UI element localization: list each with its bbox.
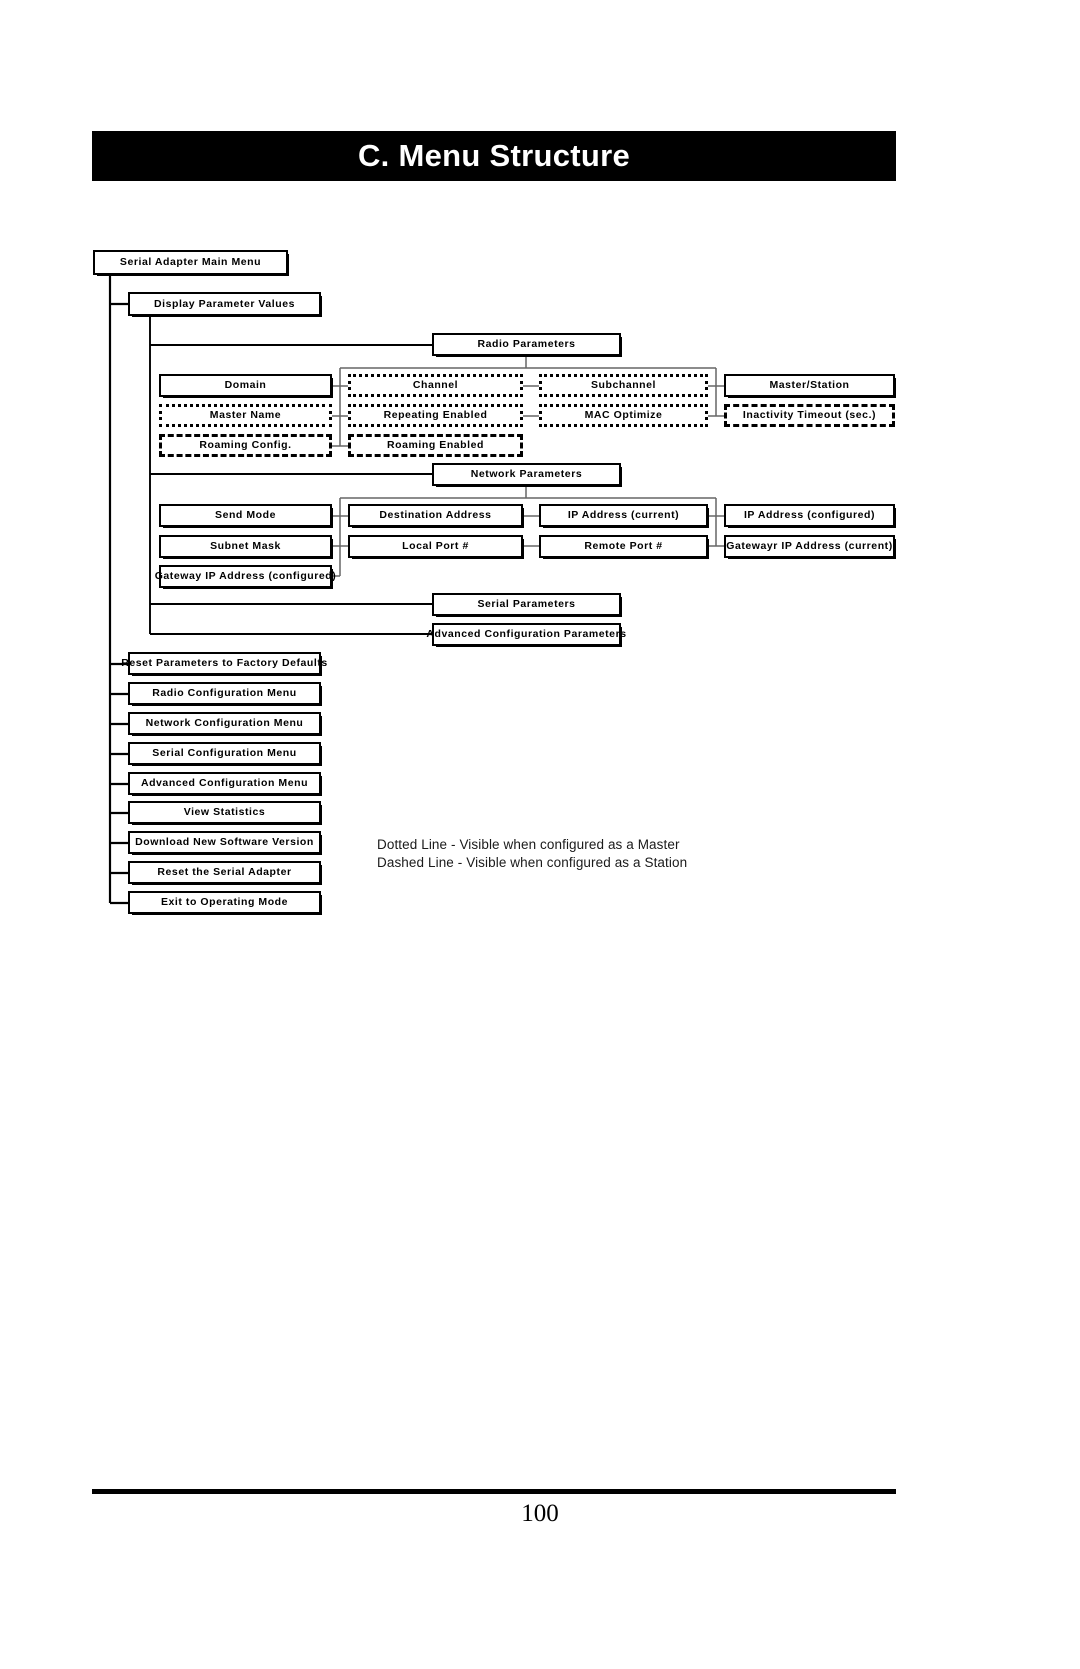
node-advanced-configuration-menu[interactable]: Advanced Configuration Menu [128,772,322,796]
node-serial-adapter-main-menu[interactable]: Serial Adapter Main Menu [93,250,289,276]
node-label: Radio Parameters [477,338,576,351]
node-ip-address-current[interactable]: IP Address (current) [539,504,709,528]
node-download-new-software-version[interactable]: Download New Software Version [128,831,322,855]
node-local-port[interactable]: Local Port # [348,535,524,559]
node-reset-the-serial-adapter[interactable]: Reset the Serial Adapter [128,861,322,885]
node-gateway-ip-address-configured[interactable]: Gateway IP Address (configured) [155,565,336,589]
node-serial-configuration-menu[interactable]: Serial Configuration Menu [128,742,322,766]
node-label: IP Address (current) [567,509,680,522]
node-view-statistics[interactable]: View Statistics [128,801,322,825]
node-gateway-ip-address-current[interactable]: Gatewayr IP Address (current) [724,535,896,559]
node-exit-to-operating-mode[interactable]: Exit to Operating Mode [128,891,322,915]
diagram-legend: Dotted Line - Visible when configured as… [377,836,737,872]
footer-divider [92,1489,896,1494]
node-label: Send Mode [215,509,276,522]
node-radio-configuration-menu[interactable]: Radio Configuration Menu [128,682,322,706]
legend-dashed-line: Dashed Line - Visible when configured as… [377,854,688,870]
node-label: Roaming Config. [199,439,292,452]
node-destination-address[interactable]: Destination Address [348,504,524,528]
node-label: Exit to Operating Mode [160,896,289,909]
node-roaming-enabled[interactable]: Roaming Enabled [348,434,523,457]
node-subchannel[interactable]: Subchannel [539,374,708,397]
node-subnet-mask[interactable]: Subnet Mask [159,535,333,559]
node-label: Radio Configuration Menu [152,687,297,700]
node-label: Subchannel [590,379,656,392]
node-roaming-config[interactable]: Roaming Config. [159,434,332,457]
node-label: Gateway IP Address (configured) [154,570,337,583]
node-network-parameters[interactable]: Network Parameters [432,463,622,487]
node-reset-parameters-to-factory-defaults[interactable]: Reset Parameters to Factory Defaults [121,652,327,676]
node-serial-parameters[interactable]: Serial Parameters [432,593,622,617]
node-label: Network Parameters [470,468,583,481]
node-label: Gatewayr IP Address (current) [726,540,893,553]
node-domain[interactable]: Domain [159,374,333,398]
node-label: Repeating Enabled [383,409,488,422]
node-label: Serial Parameters [477,598,576,611]
node-label: Subnet Mask [210,540,281,553]
node-label: Download New Software Version [135,836,314,849]
node-master-station[interactable]: Master/Station [724,374,896,398]
node-label: Inactivity Timeout (sec.) [742,409,877,422]
node-label: Serial Configuration Menu [152,747,297,760]
node-inactivity-timeout[interactable]: Inactivity Timeout (sec.) [724,404,895,427]
node-label: Roaming Enabled [387,439,484,452]
node-label: Master Name [209,409,282,422]
node-radio-parameters[interactable]: Radio Parameters [432,333,622,357]
node-label: Destination Address [379,509,492,522]
node-channel[interactable]: Channel [348,374,523,397]
node-label: MAC Optimize [584,409,663,422]
node-network-configuration-menu[interactable]: Network Configuration Menu [128,712,322,736]
node-label: Channel [412,379,459,392]
page-number: 100 [521,1500,559,1527]
node-label: Advanced Configuration Parameters [426,628,627,641]
node-master-name[interactable]: Master Name [159,404,332,427]
node-label: Remote Port # [584,540,663,553]
node-repeating-enabled[interactable]: Repeating Enabled [348,404,523,427]
node-label: Master/Station [769,379,850,392]
menu-structure-diagram: Serial Adapter Main Menu Display Paramet… [0,0,1080,1669]
node-label: Reset Parameters to Factory Defaults [121,657,328,670]
node-label: Reset the Serial Adapter [157,866,292,879]
node-label: View Statistics [183,806,266,819]
legend-dotted-line: Dotted Line - Visible when configured as… [377,837,680,852]
node-label: Serial Adapter Main Menu [119,256,262,269]
node-display-parameter-values[interactable]: Display Parameter Values [128,292,322,317]
node-label: Network Configuration Menu [145,717,304,730]
node-label: Domain [224,379,267,392]
node-label: IP Address (configured) [743,509,876,522]
node-ip-address-configured[interactable]: IP Address (configured) [724,504,896,528]
node-remote-port[interactable]: Remote Port # [539,535,709,559]
node-mac-optimize[interactable]: MAC Optimize [539,404,708,427]
node-label: Local Port # [402,540,469,553]
node-send-mode[interactable]: Send Mode [159,504,333,528]
node-label: Advanced Configuration Menu [140,777,309,790]
node-label: Display Parameter Values [153,297,296,310]
node-advanced-configuration-parameters[interactable]: Advanced Configuration Parameters [426,623,626,647]
